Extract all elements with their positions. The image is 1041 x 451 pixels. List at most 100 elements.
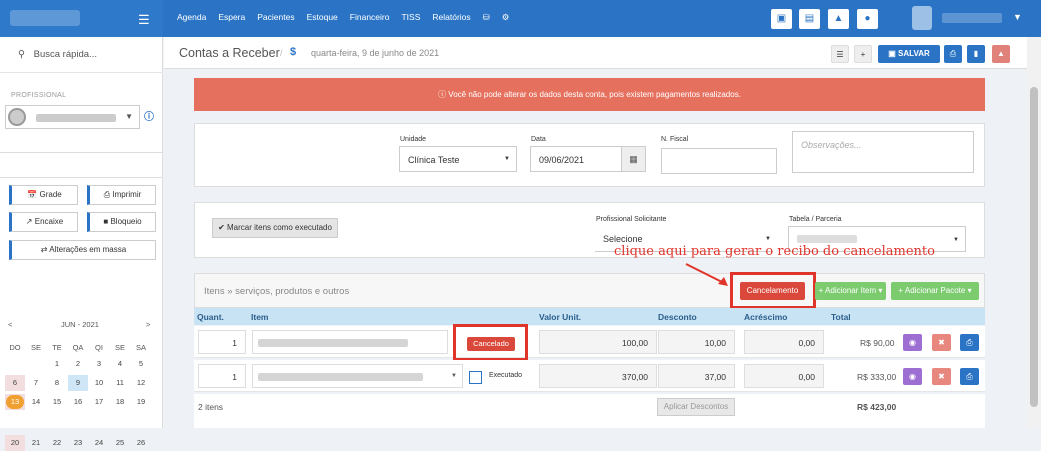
gear-icon[interactable]: ⚙ xyxy=(502,12,510,23)
unidade-select[interactable]: Clínica Teste ▼ xyxy=(399,146,517,172)
delete-button[interactable]: ▲ xyxy=(992,45,1010,63)
calendar-dow: QA xyxy=(72,343,84,352)
professional-select[interactable]: ▼ xyxy=(5,105,140,129)
caret-down-icon: ▼ xyxy=(504,156,510,162)
add-item-button[interactable]: + Adicionar Item ▾ xyxy=(815,282,886,300)
calendar-day[interactable]: 23 xyxy=(68,435,88,451)
scrollbar-thumb[interactable] xyxy=(1030,87,1038,407)
executed-checkbox[interactable] xyxy=(469,371,482,384)
swap-icon: ⇄ xyxy=(40,245,48,254)
print-button[interactable]: ⎙ xyxy=(960,334,979,351)
inbox-icon[interactable]: ▣ xyxy=(771,9,792,29)
calendar-day[interactable]: 4 xyxy=(110,356,130,372)
item-select[interactable] xyxy=(252,330,448,354)
chevron-down-icon[interactable]: ▼ xyxy=(1013,12,1022,22)
calendar-day[interactable]: 17 xyxy=(89,394,109,410)
unidade-label: Unidade xyxy=(400,136,427,143)
qty-input[interactable]: 1 xyxy=(198,364,246,388)
calendar-day[interactable]: 18 xyxy=(110,394,130,410)
caret-down-icon: ▾ xyxy=(878,286,883,295)
encaixe-button[interactable]: ↗ Encaixe xyxy=(9,212,78,232)
nav-estoque[interactable]: Estoque xyxy=(307,12,338,23)
list-button[interactable]: ☰ xyxy=(831,45,849,63)
save-button[interactable]: ▣ SALVAR xyxy=(878,45,940,63)
hamburger-menu-icon[interactable]: ☰ xyxy=(138,12,150,28)
calendar-day[interactable]: 11 xyxy=(110,375,130,391)
calendar-day[interactable]: 6 xyxy=(5,375,25,391)
bloqueio-button[interactable]: ■ Bloqueio xyxy=(87,212,156,232)
item-select[interactable]: ▼ xyxy=(252,364,463,388)
valor-unit-input[interactable]: 370,00 xyxy=(539,364,657,388)
calendar-day[interactable]: 2 xyxy=(68,356,88,372)
observacoes-textarea[interactable]: Observações... xyxy=(792,131,974,173)
calendar-day[interactable]: 5 xyxy=(131,356,151,372)
acrescimo-input[interactable]: 0,00 xyxy=(744,330,824,354)
calendar-day[interactable]: 24 xyxy=(89,435,109,451)
calendar-day[interactable]: 21 xyxy=(26,435,46,451)
add-button[interactable]: + xyxy=(854,45,872,63)
nav-tiss[interactable]: TISS xyxy=(401,12,420,23)
date-field[interactable]: 09/06/2021 ▦ xyxy=(530,146,646,172)
calendar-day[interactable]: 1 xyxy=(47,356,67,372)
caret-down-icon: ▼ xyxy=(451,373,457,379)
card-icon[interactable]: ▤ xyxy=(799,9,820,29)
grand-total: R$ 423,00 xyxy=(857,402,897,412)
apply-discounts-button[interactable]: Aplicar Descontos xyxy=(657,398,735,416)
calendar-dow: DO xyxy=(9,343,21,352)
file-button[interactable]: ▮ xyxy=(967,45,985,63)
remove-button[interactable]: ✖ xyxy=(932,334,951,351)
qty-input[interactable]: 1 xyxy=(198,330,246,354)
bell-icon[interactable]: ▲ xyxy=(828,9,849,29)
calendar-day[interactable]: 20 xyxy=(5,435,25,451)
database-icon[interactable]: ⛁ xyxy=(483,12,490,23)
nav-pacientes[interactable]: Pacientes xyxy=(257,12,294,23)
imprimir-button[interactable]: ⎙ Imprimir xyxy=(87,185,156,205)
calendar-day[interactable]: 14 xyxy=(26,394,46,410)
alteracoes-massa-button[interactable]: ⇄ Alterações em massa xyxy=(9,240,156,260)
user-avatar[interactable] xyxy=(912,6,932,30)
calendar-day[interactable]: 15 xyxy=(47,394,67,410)
grade-button[interactable]: 📅 Grade xyxy=(9,185,78,205)
valor-unit-input[interactable]: 100,00 xyxy=(539,330,657,354)
calendar-day[interactable]: 13 xyxy=(5,394,25,410)
page-scrollbar[interactable] xyxy=(1027,37,1041,428)
add-pacote-button[interactable]: + Adicionar Pacote ▾ xyxy=(891,282,979,300)
print-button[interactable]: ⎙ xyxy=(960,368,979,385)
info-icon[interactable]: ⓘ xyxy=(142,108,156,126)
calendar-day[interactable]: 7 xyxy=(26,375,46,391)
calendar-day[interactable]: 10 xyxy=(89,375,109,391)
acrescimo-input[interactable]: 0,00 xyxy=(744,364,824,388)
nav-espera[interactable]: Espera xyxy=(218,12,245,23)
calendar-day[interactable]: 16 xyxy=(68,394,88,410)
nav-financeiro[interactable]: Financeiro xyxy=(350,12,390,23)
calendar-day[interactable]: 22 xyxy=(47,435,67,451)
desconto-input[interactable]: 37,00 xyxy=(658,364,735,388)
camera-button[interactable]: ◉ xyxy=(903,334,922,351)
desconto-input[interactable]: 10,00 xyxy=(658,330,735,354)
search-placeholder: Busca rápida... xyxy=(33,49,97,60)
nfiscal-input[interactable] xyxy=(661,148,777,174)
calendar-day[interactable]: 19 xyxy=(131,394,151,410)
quick-search[interactable]: ⚲ Busca rápida... xyxy=(0,37,163,73)
calendar-day[interactable]: 8 xyxy=(47,375,67,391)
calendar-day[interactable]: 25 xyxy=(110,435,130,451)
camera-button[interactable]: ◉ xyxy=(903,368,922,385)
calendar-day[interactable]: 26 xyxy=(131,435,151,451)
logo[interactable] xyxy=(10,10,80,26)
nav-relatorios[interactable]: Relatórios xyxy=(432,12,470,23)
calendar-day[interactable]: 12 xyxy=(131,375,151,391)
nav-agenda[interactable]: Agenda xyxy=(177,12,206,23)
save-icon: ▣ xyxy=(888,49,896,58)
print-button[interactable]: ⎙ xyxy=(944,45,962,63)
calendar-day[interactable]: 3 xyxy=(89,356,109,372)
remove-button[interactable]: ✖ xyxy=(932,368,951,385)
mark-executed-button[interactable]: ✔ Marcar itens como executado xyxy=(212,218,338,238)
calendar-day-selected[interactable]: 9 xyxy=(68,375,88,391)
calendar-next-button[interactable]: > xyxy=(146,320,150,329)
cancelamento-button[interactable]: Cancelamento xyxy=(740,282,805,300)
user-name[interactable] xyxy=(942,13,1002,23)
calendar-prev-button[interactable]: < xyxy=(8,320,12,329)
page-header: Contas a Receber / $ quarta-feira, 9 de … xyxy=(164,37,1027,69)
calendar-icon[interactable]: ▦ xyxy=(621,147,645,171)
chat-icon[interactable]: ● xyxy=(857,9,878,29)
